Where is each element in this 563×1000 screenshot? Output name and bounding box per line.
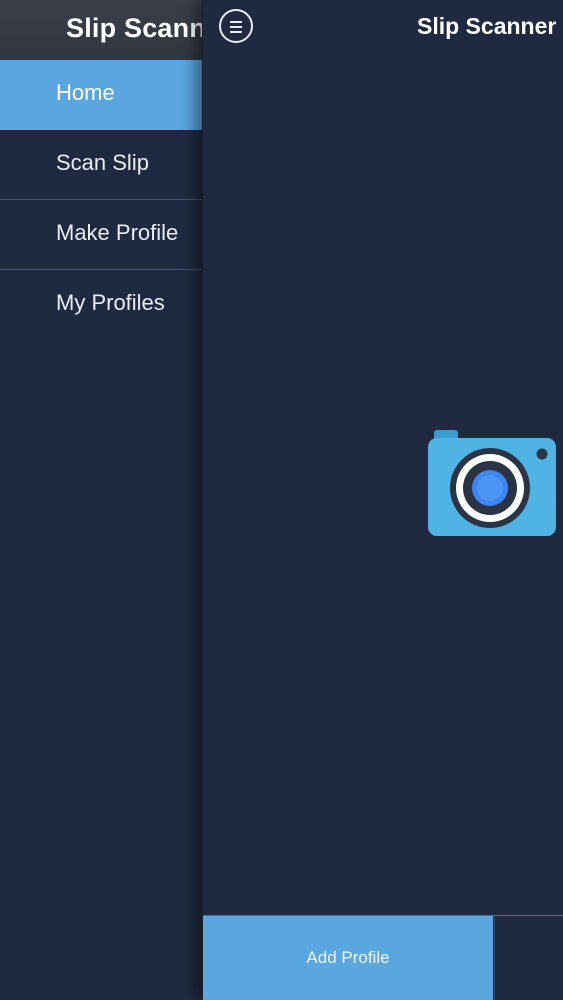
menu-line — [230, 26, 242, 28]
hamburger-menu-icon[interactable] — [219, 9, 253, 43]
menu-item-scan-slip[interactable]: Scan Slip — [0, 130, 202, 200]
menu-item-home[interactable]: Home — [0, 60, 202, 130]
menu-item-label: Home — [56, 80, 115, 105]
add-profile-button[interactable]: Add Profile — [203, 916, 493, 1000]
menu-line — [230, 21, 242, 23]
side-drawer: Slip Scanner Home Scan Slip Make Profile… — [0, 0, 202, 1000]
camera-icon[interactable] — [426, 430, 558, 540]
app-root: Slip Scanner Home Scan Slip Make Profile… — [0, 0, 563, 1000]
main-panel: Slip Scanner Add Profile — [202, 0, 563, 1000]
add-profile-label: Add Profile — [306, 948, 390, 967]
page-title: Slip Scanner — [417, 13, 557, 39]
bottom-bar: Add Profile — [203, 915, 563, 1000]
drawer-title: Slip Scanner — [66, 13, 202, 43]
menu-item-make-profile[interactable]: Make Profile — [0, 200, 202, 270]
bottom-bar-right-slot — [494, 916, 563, 1000]
top-bar: Slip Scanner — [203, 0, 563, 56]
drawer-header: Slip Scanner — [0, 0, 202, 60]
camera-icon-graphic — [428, 430, 556, 536]
menu-item-label: Make Profile — [56, 220, 179, 245]
menu-item-my-profiles[interactable]: My Profiles — [0, 270, 202, 340]
menu-item-label: My Profiles — [56, 290, 165, 315]
menu-line — [230, 31, 242, 33]
menu-item-label: Scan Slip — [56, 150, 149, 175]
drawer-menu: Home Scan Slip Make Profile My Profiles — [0, 60, 202, 340]
